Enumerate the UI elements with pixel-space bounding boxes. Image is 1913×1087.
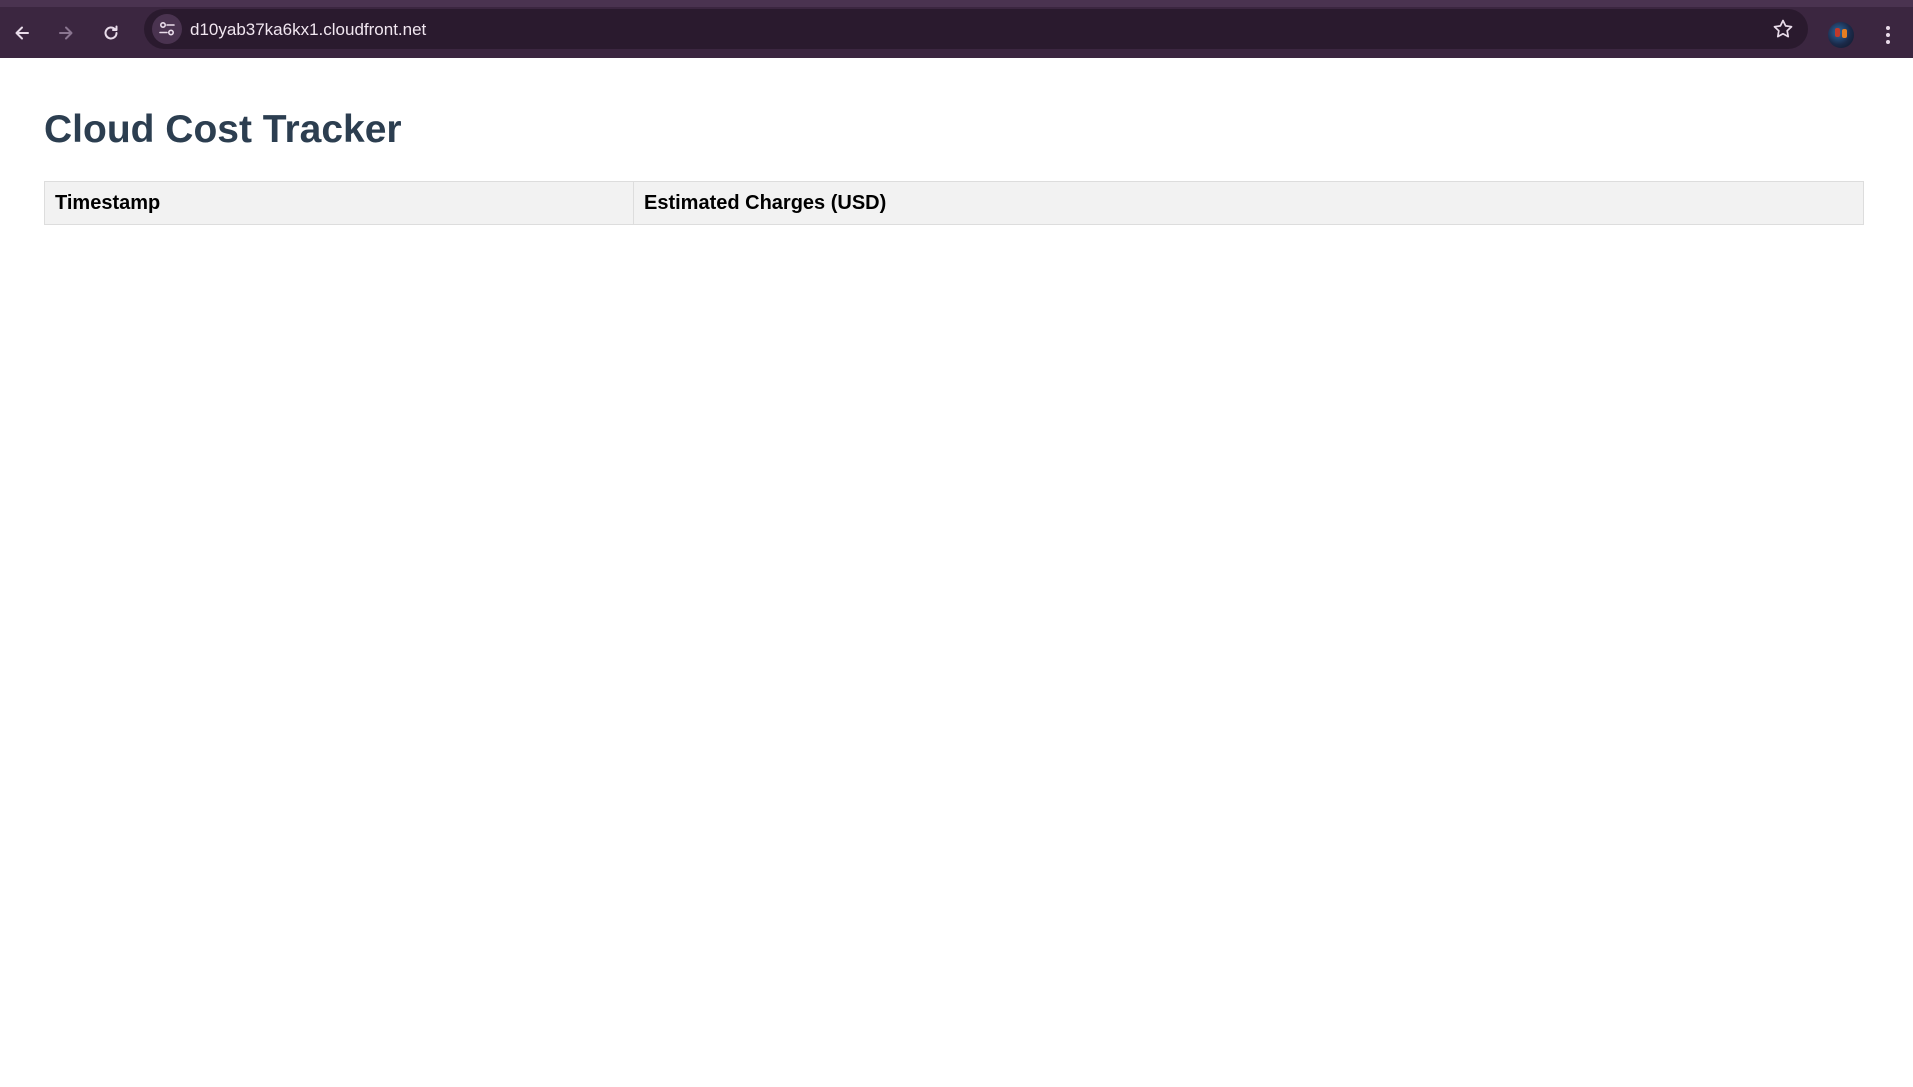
address-bar[interactable]: d10yab37ka6kx1.cloudfront.net	[144, 9, 1808, 49]
cost-table: Timestamp Estimated Charges (USD)	[44, 181, 1864, 225]
kebab-menu-icon	[1886, 26, 1890, 44]
arrow-right-icon	[59, 26, 73, 40]
arrow-left-icon	[15, 26, 29, 40]
tune-icon	[159, 21, 175, 36]
column-header-timestamp: Timestamp	[44, 181, 634, 225]
star-icon[interactable]	[1772, 18, 1794, 40]
column-header-estimated-charges: Estimated Charges (USD)	[633, 181, 1864, 225]
url-text[interactable]: d10yab37ka6kx1.cloudfront.net	[190, 20, 426, 40]
table-header-row: Timestamp Estimated Charges (USD)	[44, 181, 1864, 225]
page-title: Cloud Cost Tracker	[44, 108, 402, 151]
browser-toolbar: d10yab37ka6kx1.cloudfront.net	[0, 0, 1913, 58]
forward-button[interactable]	[51, 18, 81, 48]
back-button[interactable]	[7, 18, 37, 48]
browser-menu-button[interactable]	[1876, 20, 1900, 50]
reload-button[interactable]	[96, 18, 126, 48]
reload-icon	[104, 25, 118, 40]
page-content: Cloud Cost Tracker Timestamp Estimated C…	[0, 58, 1913, 1087]
site-info-button[interactable]	[152, 14, 182, 44]
profile-avatar[interactable]	[1828, 22, 1854, 48]
